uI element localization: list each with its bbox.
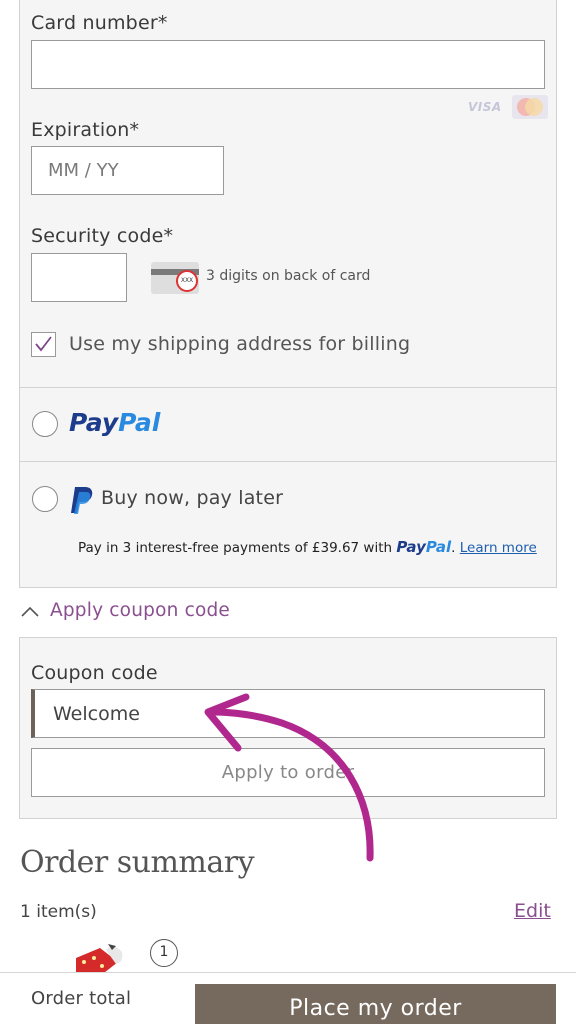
card-number-input[interactable]	[31, 40, 545, 89]
bnpl-label: Buy now, pay later	[101, 487, 284, 509]
chevron-up-icon	[21, 606, 39, 617]
order-footer: Order total Place my order	[0, 972, 576, 1024]
divider	[19, 387, 557, 388]
divider	[19, 461, 557, 462]
security-code-hint: 3 digits on back of card	[206, 268, 371, 284]
place-order-button[interactable]: Place my order	[195, 984, 556, 1024]
security-code-input[interactable]	[31, 253, 127, 302]
billing-checkbox-label: Use my shipping address for billing	[69, 333, 411, 355]
apply-coupon-toggle[interactable]: Apply coupon code	[20, 600, 230, 621]
paypal-radio[interactable]	[32, 411, 58, 437]
items-count: 1 item(s)	[20, 902, 97, 922]
billing-checkbox[interactable]	[31, 332, 56, 357]
edit-link[interactable]: Edit	[514, 900, 551, 922]
bnpl-radio[interactable]	[32, 486, 58, 512]
checkmark-icon	[35, 336, 52, 352]
paypal-logo-small: PayPal	[396, 538, 452, 556]
expiration-input[interactable]	[31, 146, 224, 195]
product-thumbnail	[76, 944, 123, 976]
expiration-label: Expiration*	[31, 119, 140, 141]
card-number-label: Card number*	[31, 12, 168, 34]
coupon-code-label: Coupon code	[31, 662, 158, 684]
card-back-icon: XXX	[151, 262, 199, 294]
security-code-label: Security code*	[31, 225, 174, 247]
paypal-logo: PayPal	[69, 408, 161, 437]
mastercard-icon	[511, 95, 548, 119]
card-brand-logos: VISA	[468, 95, 548, 119]
paypal-p-icon	[71, 487, 93, 514]
order-total-label: Order total	[31, 988, 132, 1009]
coupon-code-input[interactable]	[31, 689, 545, 738]
installments-text: Pay in 3 interest-free payments of £39.6…	[78, 538, 537, 556]
learn-more-link[interactable]: Learn more	[460, 540, 537, 556]
apply-coupon-label: Apply coupon code	[50, 600, 231, 621]
apply-to-order-button[interactable]: Apply to order	[31, 748, 545, 797]
quantity-badge: 1	[150, 939, 178, 967]
visa-logo: VISA	[468, 100, 502, 114]
order-summary-title: Order summary	[20, 845, 255, 880]
